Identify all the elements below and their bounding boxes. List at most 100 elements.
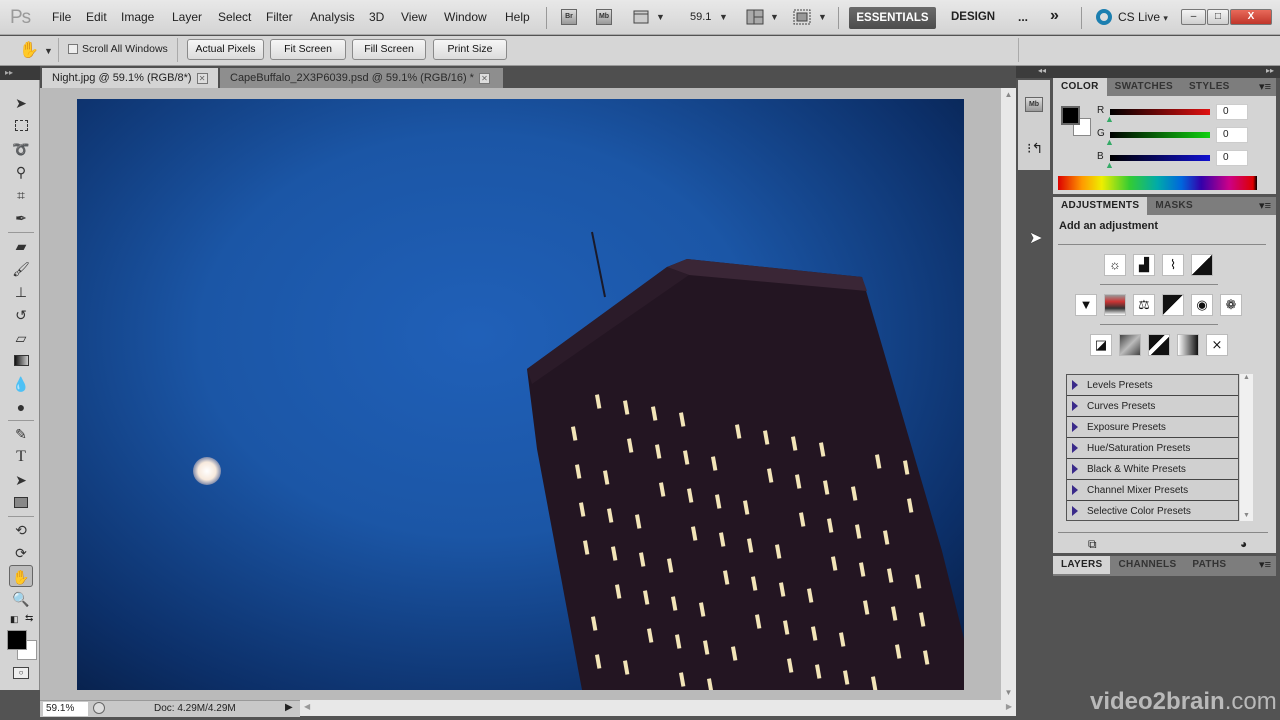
- hue-saturation-icon[interactable]: [1104, 294, 1126, 316]
- menu-layer[interactable]: Layer: [172, 10, 202, 24]
- actual-pixels-button[interactable]: Actual Pixels: [187, 39, 264, 60]
- document-tab-night[interactable]: Night.jpg @ 59.1% (RGB/8*) ✕: [42, 68, 218, 88]
- color-foreground-swatch[interactable]: [1061, 106, 1080, 125]
- gradient-map-icon[interactable]: [1177, 334, 1199, 356]
- brightness-contrast-icon[interactable]: ☼: [1104, 254, 1126, 276]
- eyedropper-tool[interactable]: ✒: [9, 207, 33, 229]
- path-selection-tool[interactable]: ➤: [9, 469, 33, 491]
- blur-tool[interactable]: 💧: [9, 373, 33, 395]
- exposure-icon[interactable]: [1191, 254, 1213, 276]
- preset-levels[interactable]: Levels Presets: [1067, 375, 1238, 396]
- scroll-left-icon[interactable]: ◀: [304, 702, 310, 711]
- arrange-documents-button[interactable]: [746, 9, 764, 25]
- workspace-more-button[interactable]: ...: [1018, 10, 1028, 24]
- preset-black-white[interactable]: Black & White Presets: [1067, 459, 1238, 480]
- 3d-orbit-tool[interactable]: ⟳: [9, 542, 33, 564]
- panel-dock-header[interactable]: ◂◂ ▸▸: [1016, 66, 1280, 78]
- blue-slider-handle[interactable]: ▲: [1105, 160, 1114, 170]
- tab-channels[interactable]: CHANNELS: [1110, 556, 1184, 574]
- minimize-button[interactable]: –: [1181, 9, 1206, 25]
- preset-selective-color[interactable]: Selective Color Presets: [1067, 501, 1238, 522]
- move-tool[interactable]: ➤: [9, 92, 33, 114]
- gradient-tool[interactable]: [9, 350, 33, 372]
- restore-button[interactable]: □: [1207, 9, 1229, 25]
- document-image[interactable]: [77, 99, 964, 690]
- close-tab-icon[interactable]: ✕: [478, 73, 490, 84]
- arrange-dropdown-icon[interactable]: ▼: [770, 12, 779, 22]
- zoom-level-field[interactable]: 59.1: [690, 11, 711, 23]
- red-slider-handle[interactable]: ▲: [1105, 114, 1114, 124]
- expand-icon[interactable]: ▸▸: [1266, 66, 1274, 75]
- preset-curves[interactable]: Curves Presets: [1067, 396, 1238, 417]
- hand-tool[interactable]: ✋: [9, 565, 33, 587]
- tab-swatches[interactable]: SWATCHES: [1107, 78, 1181, 96]
- brush-tool[interactable]: 🖌: [9, 258, 33, 280]
- workspace-overflow-icon[interactable]: »: [1050, 7, 1059, 25]
- tool-preset-dropdown-icon[interactable]: ▼: [44, 46, 53, 56]
- cs-live-menu[interactable]: CS Live ▾: [1118, 10, 1168, 24]
- curves-icon[interactable]: ⌇: [1162, 254, 1184, 276]
- preset-exposure[interactable]: Exposure Presets: [1067, 417, 1238, 438]
- levels-icon[interactable]: ▟: [1133, 254, 1155, 276]
- zoom-dropdown-icon[interactable]: ▼: [719, 12, 728, 22]
- photo-filter-icon[interactable]: ◉: [1191, 294, 1213, 316]
- view-extras-button[interactable]: [632, 9, 652, 25]
- black-white-icon[interactable]: [1162, 294, 1184, 316]
- document-tab-capebuffalo[interactable]: CapeBuffalo_2X3P6039.psd @ 59.1% (RGB/16…: [220, 68, 503, 88]
- invert-icon[interactable]: ◪: [1090, 334, 1112, 356]
- horizontal-scrollbar[interactable]: ◀ ▶: [300, 700, 1016, 716]
- scroll-down-icon[interactable]: ▼: [1240, 512, 1253, 519]
- clone-stamp-tool[interactable]: ⊥: [9, 281, 33, 303]
- threshold-icon[interactable]: [1148, 334, 1170, 356]
- close-tab-icon[interactable]: ✕: [196, 73, 208, 84]
- menu-help[interactable]: Help: [505, 10, 530, 24]
- zoom-tool[interactable]: 🔍: [9, 588, 33, 610]
- red-slider[interactable]: [1110, 109, 1210, 115]
- fit-screen-button[interactable]: Fit Screen: [270, 39, 346, 60]
- scroll-right-icon[interactable]: ▶: [1006, 702, 1012, 711]
- tab-styles[interactable]: STYLES: [1181, 78, 1238, 96]
- tools-panel-header[interactable]: ▸▸: [0, 66, 40, 80]
- red-value-field[interactable]: 0: [1216, 104, 1248, 120]
- menu-file[interactable]: File: [52, 10, 71, 24]
- mini-bridge-button[interactable]: Mb: [596, 9, 612, 25]
- quick-selection-tool[interactable]: ⚲: [9, 161, 33, 183]
- screen-mode-dropdown-icon[interactable]: ▼: [818, 12, 827, 22]
- preset-channel-mixer[interactable]: Channel Mixer Presets: [1067, 480, 1238, 501]
- green-value-field[interactable]: 0: [1216, 127, 1248, 143]
- panel-menu-icon[interactable]: ▾≡: [1254, 556, 1276, 574]
- quick-mask-button[interactable]: ○: [13, 667, 29, 679]
- default-colors-icon[interactable]: ◧: [10, 614, 19, 625]
- workspace-design-button[interactable]: DESIGN: [951, 11, 995, 23]
- workspace-essentials-button[interactable]: ESSENTIALS: [849, 7, 936, 29]
- blue-slider[interactable]: [1110, 155, 1210, 161]
- menu-3d[interactable]: 3D: [369, 10, 384, 24]
- history-brush-tool[interactable]: ↺: [9, 304, 33, 326]
- return-to-list-icon[interactable]: ⧉: [1088, 537, 1097, 552]
- lasso-tool[interactable]: ➰: [9, 138, 33, 160]
- vertical-scrollbar[interactable]: ▲ ▼: [1001, 88, 1016, 700]
- panel-menu-icon[interactable]: ▾≡: [1254, 197, 1276, 215]
- color-spectrum-ramp[interactable]: [1058, 176, 1257, 190]
- menu-window[interactable]: Window: [444, 10, 487, 24]
- print-size-button[interactable]: Print Size: [433, 39, 507, 60]
- screen-mode-button[interactable]: [793, 9, 811, 25]
- scroll-up-icon[interactable]: ▲: [1001, 90, 1016, 99]
- marquee-tool[interactable]: [9, 115, 33, 137]
- preset-hue-saturation[interactable]: Hue/Saturation Presets: [1067, 438, 1238, 459]
- menu-select[interactable]: Select: [218, 10, 251, 24]
- tab-masks[interactable]: MASKS: [1147, 197, 1201, 215]
- tab-adjustments[interactable]: ADJUSTMENTS: [1053, 197, 1148, 215]
- swap-colors-icon[interactable]: ⇆: [25, 613, 33, 624]
- green-slider-handle[interactable]: ▲: [1105, 137, 1114, 147]
- panel-menu-icon[interactable]: ▾≡: [1254, 78, 1276, 96]
- vibrance-icon[interactable]: ▼: [1075, 294, 1097, 316]
- eraser-tool[interactable]: ▱: [9, 327, 33, 349]
- menu-image[interactable]: Image: [121, 10, 154, 24]
- fill-screen-button[interactable]: Fill Screen: [352, 39, 426, 60]
- menu-edit[interactable]: Edit: [86, 10, 107, 24]
- menu-filter[interactable]: Filter: [266, 10, 293, 24]
- color-balance-icon[interactable]: ⚖: [1133, 294, 1155, 316]
- menu-view[interactable]: View: [401, 10, 427, 24]
- view-extras-dropdown-icon[interactable]: ▼: [656, 12, 665, 22]
